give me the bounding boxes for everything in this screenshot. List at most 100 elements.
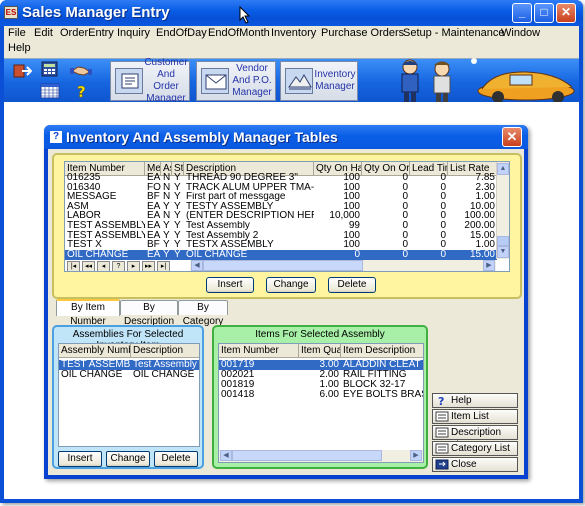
assemblies-grid-header: Assembly Number Description bbox=[59, 344, 199, 358]
table-row[interactable]: TEST X BF Y Y TESTX ASSEMBLY 100 0 0 1.00 bbox=[65, 240, 497, 250]
list-icon bbox=[435, 443, 449, 454]
items-horizontal-scrollbar[interactable]: ◀ ▶ bbox=[219, 450, 423, 462]
menu-window[interactable]: Window bbox=[501, 27, 540, 39]
table-cell: OIL CHANGE bbox=[133, 370, 195, 380]
scroll-thumb[interactable] bbox=[497, 236, 509, 246]
minimize-button[interactable]: _ bbox=[512, 3, 532, 23]
assemblies-grid[interactable]: Assembly Number Description TEST ASSEMBL… bbox=[58, 343, 200, 447]
col-assembly-description[interactable]: Description bbox=[131, 344, 199, 358]
category-list-button[interactable]: Category List bbox=[432, 441, 518, 456]
menu-purchase-orders[interactable]: Purchase Orders bbox=[321, 27, 404, 39]
items-grid-header: Item Number Item Quan Item Description bbox=[219, 344, 423, 358]
scroll-left-arrow-icon[interactable]: ◀ bbox=[220, 450, 232, 461]
maximize-button[interactable]: □ bbox=[534, 3, 554, 23]
first-record-icon[interactable]: |◂ bbox=[67, 261, 80, 271]
col-assembly-number[interactable]: Assembly Number bbox=[59, 344, 131, 358]
dialog-title-bar[interactable]: ? Inventory And Assembly Manager Tables … bbox=[44, 125, 528, 149]
table-cell: 016340 bbox=[67, 182, 101, 193]
menu-file[interactable]: File bbox=[8, 27, 26, 39]
item-list-button[interactable]: Item List bbox=[432, 409, 518, 424]
calendar-icon[interactable] bbox=[40, 83, 60, 99]
table-row[interactable]: 001819 1.00 BLOCK 32-17 bbox=[219, 380, 423, 390]
inventory-panel: Item Number Mea As St Description Qty On… bbox=[52, 153, 522, 299]
table-row[interactable]: TEST ASSEMBLY 2EAYYTest Assembly 2100001… bbox=[65, 231, 497, 241]
menu-orderentry[interactable]: OrderEntry bbox=[60, 27, 114, 39]
inventory-grid[interactable]: Item Number Mea As St Description Qty On… bbox=[64, 161, 510, 272]
dialog-icon: ? bbox=[50, 131, 62, 143]
table-cell: 100.00 bbox=[464, 211, 495, 222]
inventory-manager-button[interactable]: Inventory Manager bbox=[280, 61, 358, 101]
table-row[interactable]: TEST ASSEMBLY EA Y Y Test Assembly 99 0 0 200.00 bbox=[65, 221, 497, 231]
tab-by-description[interactable]: By Description bbox=[120, 300, 178, 327]
menu-edit[interactable]: Edit bbox=[34, 27, 53, 39]
assembly-delete-button[interactable]: Delete bbox=[154, 451, 198, 467]
table-row[interactable]: TEST ASSEMBLYTest Assembly bbox=[59, 360, 199, 370]
col-item-number[interactable]: Item Number bbox=[219, 344, 299, 358]
table-row[interactable]: ASM EA Y Y TESTY ASSEMBLY 100 0 0 10.00 bbox=[65, 202, 497, 212]
menu-inquiry[interactable]: Inquiry bbox=[117, 27, 150, 39]
table-row[interactable]: 001418 6.00 EYE BOLTS BRASS bbox=[219, 390, 423, 400]
table-row[interactable]: 001719 3.00 ALADDIN CLEAT bbox=[219, 360, 423, 370]
table-row[interactable]: 002021 2.00 RAIL FITTING bbox=[219, 370, 423, 380]
menu-setup-maintenance[interactable]: Setup - Maintenance bbox=[403, 27, 505, 39]
table-cell: First part of messgage bbox=[186, 192, 286, 203]
table-cell: OIL CHANGE bbox=[61, 370, 123, 380]
prev-record-icon[interactable]: ◂ bbox=[97, 261, 110, 271]
assembly-change-button[interactable]: Change bbox=[106, 451, 150, 467]
next-page-icon[interactable]: ▸▸ bbox=[142, 261, 155, 271]
assembly-insert-button[interactable]: Insert bbox=[58, 451, 102, 467]
menu-inventory[interactable]: Inventory bbox=[271, 27, 316, 39]
table-cell: TEST ASSEMBLY bbox=[67, 221, 145, 231]
scroll-down-arrow-icon[interactable]: ▼ bbox=[497, 246, 509, 258]
tab-by-item-number[interactable]: By Item Number bbox=[56, 299, 120, 327]
menu-endofmonth[interactable]: EndOfMonth bbox=[208, 27, 270, 39]
vendor-icon bbox=[201, 68, 229, 94]
items-grid[interactable]: Item Number Item Quan Item Description 0… bbox=[218, 343, 424, 463]
handshake-icon[interactable] bbox=[70, 62, 92, 78]
find-record-icon[interactable]: ? bbox=[112, 261, 125, 271]
title-bar[interactable]: ES Sales Manager Entry _ □ ✕ bbox=[0, 0, 583, 26]
table-row[interactable]: LABOR EANY (ENTER DESCRIPTION HERE) 10,000 0… bbox=[65, 211, 497, 221]
col-item-description[interactable]: Item Description bbox=[341, 344, 423, 358]
table-cell: 0 bbox=[402, 249, 408, 260]
customer-order-manager-button[interactable]: Customer And Order Manager bbox=[110, 57, 190, 104]
inventory-horizontal-scrollbar[interactable]: ◀ ▶ bbox=[190, 260, 496, 271]
scroll-left-arrow-icon[interactable]: ◀ bbox=[191, 260, 203, 271]
table-row[interactable]: MESSAGE BF N Y First part of messgage 100 0 0 1.… bbox=[65, 192, 497, 202]
inventory-vertical-scrollbar[interactable]: ▲ ▼ bbox=[496, 162, 509, 259]
close-button[interactable]: ✕ bbox=[556, 3, 576, 23]
scroll-right-arrow-icon[interactable]: ▶ bbox=[410, 450, 422, 461]
table-cell: 0 bbox=[440, 211, 446, 222]
table-row[interactable]: OIL CHANGE EA Y Y OIL CHANGE 0 0 0 15.00 bbox=[65, 249, 497, 260]
inventory-insert-button[interactable]: Insert bbox=[206, 277, 254, 293]
table-row[interactable]: OIL CHANGE OIL CHANGE bbox=[59, 370, 199, 380]
exit-icon[interactable] bbox=[12, 63, 33, 79]
help-button[interactable]: ? Help bbox=[432, 393, 518, 408]
table-row[interactable]: 016340 FONY TRACK ALUM UPPER TMA-1092 100 0 0… bbox=[65, 183, 497, 193]
table-row[interactable]: 016235 EA N Y THREAD 90 DEGREE 3" 100 0 0 7.85 bbox=[65, 173, 497, 183]
svg-text:?: ? bbox=[438, 395, 444, 406]
menu-help[interactable]: Help bbox=[8, 42, 31, 54]
scroll-right-arrow-icon[interactable]: ▶ bbox=[483, 260, 495, 271]
menu-endofday[interactable]: EndOfDay bbox=[156, 27, 207, 39]
table-cell: TEST ASSEMBLY 2 bbox=[67, 230, 145, 241]
table-cell: EA bbox=[147, 230, 161, 241]
inventory-change-button[interactable]: Change bbox=[266, 277, 316, 293]
calculator-icon[interactable] bbox=[40, 61, 60, 77]
inventory-delete-button[interactable]: Delete bbox=[328, 277, 376, 293]
scroll-thumb-horizontal[interactable] bbox=[203, 260, 363, 271]
dialog-close-button[interactable]: ✕ bbox=[502, 127, 522, 147]
scroll-up-arrow-icon[interactable]: ▲ bbox=[497, 163, 509, 175]
close-dialog-button[interactable]: Close bbox=[432, 457, 518, 472]
scroll-thumb-horizontal[interactable] bbox=[232, 450, 382, 461]
table-cell: 1.00 bbox=[475, 240, 495, 251]
table-cell: 1.00 bbox=[475, 192, 495, 203]
col-item-quantity[interactable]: Item Quan bbox=[299, 344, 341, 358]
vendor-po-manager-button[interactable]: Vendor And P.O. Manager bbox=[196, 61, 276, 101]
tab-by-category[interactable]: By Category bbox=[178, 300, 228, 327]
description-list-button[interactable]: Description List bbox=[432, 425, 518, 451]
last-record-icon[interactable]: ▸| bbox=[157, 261, 170, 271]
prev-page-icon[interactable]: ◂◂ bbox=[82, 261, 95, 271]
help-question-icon[interactable]: ? bbox=[74, 83, 94, 102]
next-record-icon[interactable]: ▸ bbox=[127, 261, 140, 271]
